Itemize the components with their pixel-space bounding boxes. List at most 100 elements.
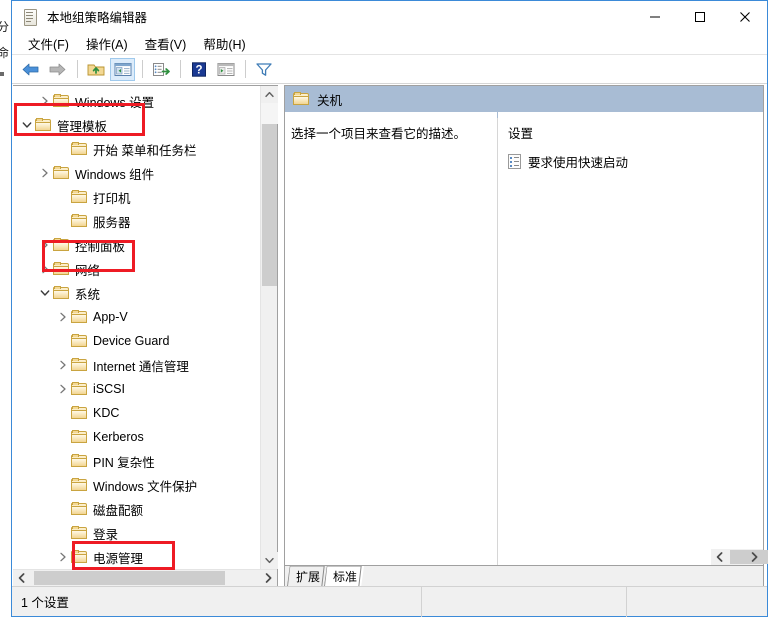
tree-item[interactable]: 磁盘配额 (13, 497, 260, 521)
scroll-down-icon[interactable] (261, 552, 278, 569)
tree-item[interactable]: Windows 组件 (13, 161, 260, 185)
folder-icon (53, 286, 70, 300)
chevron-right-icon[interactable] (55, 384, 71, 394)
details-body: 选择一个项目来查看它的描述。 设置 要求使用快速启动 (285, 112, 768, 565)
tree-item-content: Windows 组件 (53, 164, 154, 183)
tree-item-content: App-V (71, 310, 128, 324)
chevron-down-icon[interactable] (19, 121, 35, 129)
chevron-down-icon[interactable] (37, 289, 53, 297)
details-scroll-left-icon[interactable] (711, 549, 728, 565)
chevron-right-icon[interactable] (37, 168, 53, 178)
status-bar: 1 个设置 (12, 586, 767, 617)
status-cell-2 (422, 586, 627, 617)
tree-item-content: Windows 设置 (53, 92, 154, 111)
minimize-icon[interactable] (632, 1, 677, 32)
folder-icon (53, 94, 70, 108)
tab-extended-label: 扩展 (296, 569, 321, 584)
window-title: 本地组策略编辑器 (47, 11, 148, 25)
group-policy-editor-window: 本地组策略编辑器 文件(F) 操作(A) 查看(V) 帮助(H) ? Windo… (11, 0, 768, 617)
folder-icon (71, 382, 88, 396)
chevron-right-icon[interactable] (55, 360, 71, 370)
tree-item[interactable]: 管理模板 (13, 113, 260, 137)
back-arrow-icon[interactable] (18, 58, 43, 81)
scroll-up-icon[interactable] (261, 86, 278, 103)
status-setting-count: 1 个设置 (12, 586, 422, 617)
tree-item[interactable]: iSCSI (13, 377, 260, 401)
help-icon[interactable]: ? (186, 58, 211, 81)
background-text-1: 分 (0, 20, 10, 34)
tree-item[interactable]: Device Guard (13, 329, 260, 353)
filter-icon[interactable] (251, 58, 276, 81)
chevron-right-icon[interactable] (37, 264, 53, 274)
folder-icon (35, 118, 52, 132)
chevron-right-icon[interactable] (55, 552, 71, 562)
policy-scroll-icon (21, 8, 39, 26)
tree-item[interactable]: PIN 复杂性 (13, 449, 260, 473)
tree-item[interactable]: 网络 (13, 257, 260, 281)
scroll-thumb-horizontal[interactable] (34, 571, 225, 585)
properties-icon[interactable] (213, 58, 238, 81)
tree-item-content: KDC (71, 406, 119, 420)
status-cell-3 (627, 587, 767, 617)
tree-item[interactable]: 电源管理 (13, 545, 260, 569)
policy-setting-icon (508, 153, 522, 169)
toolbar: ? (12, 55, 767, 84)
details-horizontal-scrollbar[interactable] (711, 549, 768, 565)
close-icon[interactable] (722, 1, 767, 32)
tab-standard[interactable]: 标准 (324, 566, 365, 586)
folder-icon (71, 142, 88, 156)
tree-item[interactable]: Internet 通信管理 (13, 353, 260, 377)
tree-item[interactable]: Windows 文件保护 (13, 473, 260, 497)
tree-horizontal-scrollbar[interactable] (13, 569, 277, 586)
details-header-title: 关机 (317, 93, 343, 108)
tree-item-label: 电源管理 (93, 551, 144, 566)
tree-item-content: 系统 (53, 284, 100, 303)
details-scroll-right-icon[interactable] (746, 549, 763, 565)
menu-view[interactable]: 查看(V) (137, 32, 196, 55)
svg-text:?: ? (195, 64, 202, 76)
tree-item[interactable]: 打印机 (13, 185, 260, 209)
background-text-2: 命 (0, 46, 10, 60)
menu-help[interactable]: 帮助(H) (195, 32, 254, 55)
tree-vertical-scrollbar[interactable] (260, 86, 278, 569)
tree-item-content: Device Guard (71, 334, 169, 348)
tree-scroll-area: Windows 设置管理模板 开始 菜单和任务栏 Windows 组件打印机服务器控… (13, 86, 260, 569)
tree-item[interactable]: Windows 设置 (13, 89, 260, 113)
tree-item[interactable]: 登录 (13, 521, 260, 545)
tab-standard-label: 标准 (333, 569, 358, 584)
folder-icon (71, 406, 88, 420)
menu-action[interactable]: 操作(A) (78, 32, 137, 55)
tree-item[interactable]: 开始 菜单和任务栏 (13, 137, 260, 161)
scroll-track-upper[interactable] (261, 103, 278, 124)
menu-file[interactable]: 文件(F) (20, 32, 78, 55)
tree-item[interactable]: 服务器 (13, 209, 260, 233)
tree-item-label: 登录 (93, 527, 119, 542)
chevron-right-icon[interactable] (55, 312, 71, 322)
list-item[interactable]: 要求使用快速启动 (508, 151, 763, 171)
folder-icon (71, 550, 88, 564)
tree-item-content: 网络 (53, 260, 100, 279)
console-tree-pane: Windows 设置管理模板 开始 菜单和任务栏 Windows 组件打印机服务器控… (13, 85, 278, 586)
chevron-right-icon[interactable] (37, 96, 53, 106)
tree-item-label: 打印机 (93, 191, 131, 206)
folder-icon (53, 238, 70, 252)
folder-icon (71, 502, 88, 516)
up-folder-icon[interactable] (83, 58, 108, 81)
scroll-right-icon[interactable] (260, 570, 277, 586)
maximize-icon[interactable] (677, 1, 722, 32)
tree-item[interactable]: Kerberos (13, 425, 260, 449)
chevron-right-icon[interactable] (37, 240, 53, 250)
show-hide-console-tree-icon[interactable] (110, 57, 135, 81)
folder-icon (53, 262, 70, 276)
tree-item-content: 电源管理 (71, 548, 143, 567)
export-list-icon[interactable] (148, 58, 173, 81)
tab-extended[interactable]: 扩展 (287, 566, 328, 586)
tree-item[interactable]: App-V (13, 305, 260, 329)
toolbar-separator-4 (245, 60, 246, 78)
scroll-left-icon[interactable] (13, 570, 30, 586)
scroll-thumb-vertical[interactable] (262, 124, 277, 286)
tree-item[interactable]: 系统 (13, 281, 260, 305)
tree-item[interactable]: KDC (13, 401, 260, 425)
content-area: Windows 设置管理模板 开始 菜单和任务栏 Windows 组件打印机服务器控… (12, 85, 768, 586)
tree-item[interactable]: 控制面板 (13, 233, 260, 257)
